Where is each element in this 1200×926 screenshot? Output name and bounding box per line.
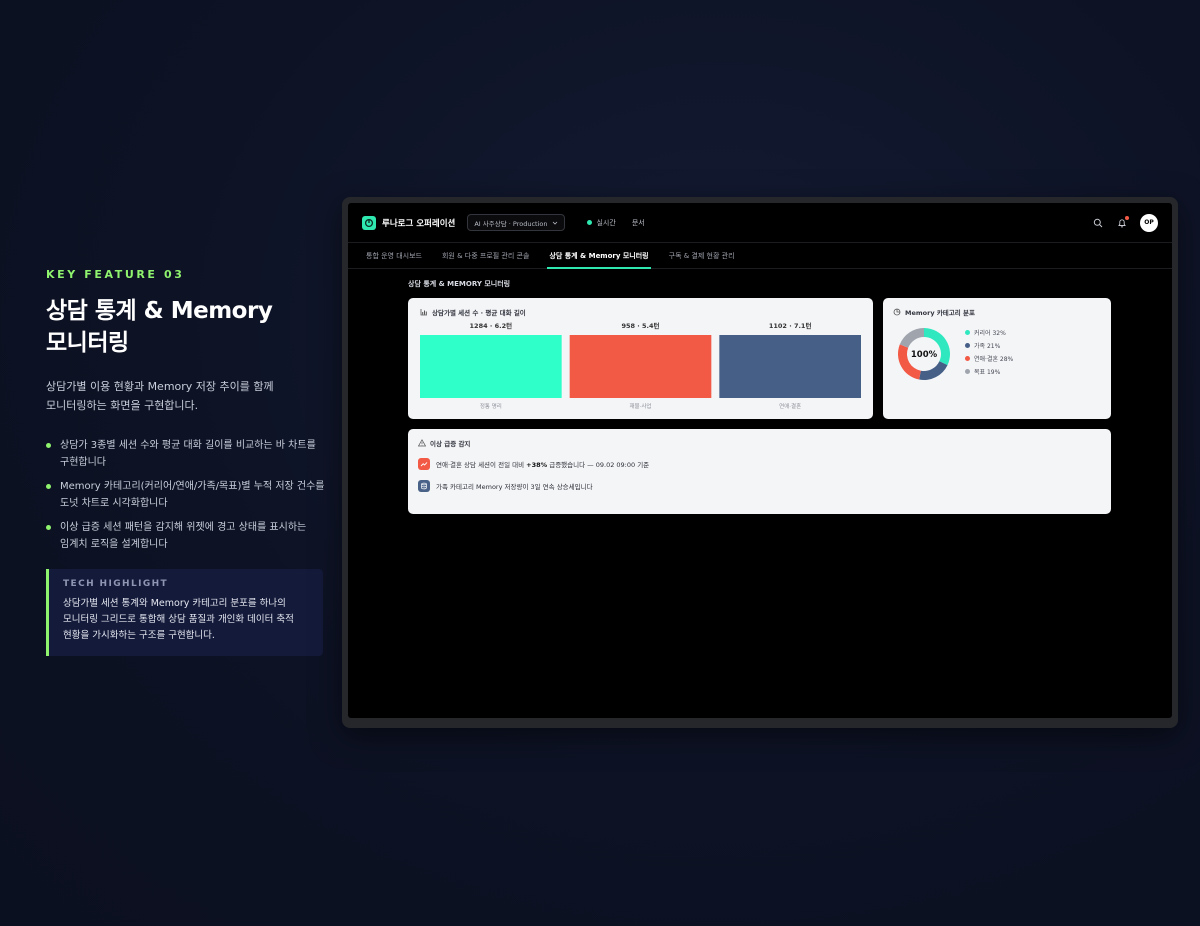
app-logo-icon[interactable] (362, 215, 376, 230)
chevron-down-icon (553, 221, 558, 225)
legend-label: 연애·결혼 28% (974, 356, 1014, 363)
app-screen: 루나로그 오퍼레이션 AI 사주상담 · Production 실시간 문서 O… (348, 203, 1172, 718)
pie-chart-icon (893, 308, 901, 316)
avatar[interactable]: OP (1140, 213, 1158, 232)
warning-icon (418, 439, 426, 447)
bar-value-label: 1102 · 7.1턴 (769, 322, 812, 330)
bar-category-label: 연애·결혼 (779, 402, 801, 410)
alert-card-header: 이상 급증 감지 (418, 438, 1101, 448)
donut-chart-card: Memory 카테고리 분포 100% 커리어 32% 가족 21% 연애·결혼 2… (883, 298, 1111, 419)
donut-center-label: 100% (911, 350, 938, 360)
feature-eyebrow: KEY FEATURE 03 (46, 268, 185, 281)
legend-swatch (965, 343, 970, 348)
feature-description: 상담가별 이용 현황과 Memory 저장 추이를 함께 모니터링하는 화면을 … (46, 380, 274, 412)
tab-consult-stats[interactable]: 상담 통계 & Memory 모니터링 (547, 243, 651, 269)
bar-card-header: 상담가별 세션 수 · 평균 대화 길이 (420, 307, 863, 317)
feature-bullets: 상담가 3종별 세션 수와 평균 대화 길이를 비교하는 바 차트를 구현합니다… (46, 437, 326, 553)
donut-legend: 커리어 32% 가족 21% 연애·결혼 28% 목표 19% (965, 328, 1013, 380)
tech-highlight: TECH HIGHLIGHT 상담가별 세션 통계와 Memory 카테고리 분… (46, 569, 323, 656)
feature-bullet: 상담가 3종별 세션 수와 평균 대화 길이를 비교하는 바 차트를 구현합니다 (46, 437, 326, 471)
feature-bullet: Memory 카테고리(커리어/연애/가족/목표)별 누적 저장 건수를 도넛 … (46, 478, 326, 512)
legend-swatch (965, 356, 970, 361)
app-topbar: 루나로그 오퍼레이션 AI 사주상담 · Production 실시간 문서 O… (348, 203, 1172, 243)
legend-swatch (965, 369, 970, 374)
alert-item[interactable]: 연애·결혼 상담 세션이 전일 대비 +38% 급증했습니다 — 09.02 0… (418, 458, 1101, 470)
donut-body: 100% 커리어 32% 가족 21% 연애·결혼 28% 목표 19% (893, 323, 1101, 385)
legend-item: 연애·결혼 28% (965, 354, 1013, 363)
search-icon[interactable] (1092, 217, 1104, 229)
bar-value-label: 1284 · 6.2턴 (470, 322, 513, 330)
feature-title: 상담 통계 & Memory 모니터링 (46, 298, 273, 356)
chart-row: 상담가별 세션 수 · 평균 대화 길이 1284 · 6.2턴정통 명리 958… (408, 298, 1111, 419)
notification-dot (1125, 215, 1129, 220)
docs-link[interactable]: 문서 (632, 218, 645, 228)
donut-slice[interactable] (899, 328, 924, 348)
donut-chart: 100% (898, 328, 950, 380)
topbar-actions: OP (1092, 213, 1158, 232)
anomaly-alert-card: 이상 급증 감지 연애·결혼 상담 세션이 전일 대비 +38% 급증했습니다 … (408, 429, 1111, 514)
tech-highlight-text: 상담가별 세션 통계와 Memory 카테고리 분포를 하나의 모니터링 그리드… (63, 598, 294, 641)
section-title: 상담 통계 & MEMORY 모니터링 (408, 280, 511, 288)
alert-item[interactable]: 가족 카테고리 Memory 저장량이 3일 연속 상승세입니다 (418, 480, 1101, 492)
tech-highlight-label: TECH HIGHLIGHT (63, 579, 169, 589)
legend-label: 가족 21% (974, 343, 1001, 350)
tab-members[interactable]: 회원 & 다중 프로필 관리 콘솔 (442, 243, 529, 268)
legend-label: 커리어 32% (974, 330, 1006, 337)
alert-text: 연애·결혼 상담 세션이 전일 대비 +38% 급증했습니다 — 09.02 0… (436, 461, 650, 469)
bar[interactable] (420, 335, 562, 398)
legend-item: 가족 21% (965, 341, 1013, 350)
bell-icon[interactable] (1116, 215, 1129, 229)
bar-chart-card: 상담가별 세션 수 · 평균 대화 길이 1284 · 6.2턴정통 명리 958… (408, 298, 873, 419)
nav-tabs: 통합 운영 대시보드 회원 & 다중 프로필 관리 콘솔 상담 통계 & Mem… (348, 243, 1172, 269)
tab-subscription[interactable]: 구독 & 결제 현황 관리 (669, 243, 735, 268)
environment-select-value: AI 사주상담 · Production (474, 219, 548, 228)
bar-category-label: 정통 명리 (480, 402, 502, 410)
legend-item: 커리어 32% (965, 328, 1013, 337)
database-icon (418, 480, 430, 492)
bar-chart-icon (420, 309, 427, 316)
legend-swatch (965, 330, 970, 335)
legend-label: 목표 19% (974, 369, 1001, 376)
bar[interactable] (719, 335, 861, 398)
bar[interactable] (569, 335, 712, 398)
live-status[interactable]: 실시간 (587, 218, 616, 228)
app-title[interactable]: 루나로그 오퍼레이션 (382, 217, 455, 229)
donut-card-title: Memory 카테고리 분포 (905, 309, 975, 317)
laptop-frame: 루나로그 오퍼레이션 AI 사주상담 · Production 실시간 문서 O… (342, 197, 1178, 728)
alert-text: 가족 카테고리 Memory 저장량이 3일 연속 상승세입니다 (436, 483, 593, 491)
bar-card-title: 상담가별 세션 수 · 평균 대화 길이 (432, 309, 526, 317)
alert-card-title: 이상 급증 감지 (430, 440, 471, 448)
legend-item: 목표 19% (965, 367, 1013, 376)
donut-slice[interactable] (919, 361, 948, 380)
feature-bullet: 이상 급증 세션 패턴을 감지해 위젯에 경고 상태를 표시하는 임계치 로직을… (46, 519, 326, 553)
bar-value-label: 958 · 5.4턴 (621, 322, 659, 330)
live-dot-icon (587, 220, 593, 225)
environment-select[interactable]: AI 사주상담 · Production (467, 214, 566, 231)
tab-dashboard[interactable]: 통합 운영 대시보드 (366, 243, 422, 268)
trend-up-icon (418, 458, 430, 470)
main-content: 상담 통계 & MEMORY 모니터링 상담가별 세션 수 · 평균 대화 길이… (408, 279, 1111, 514)
bar-chart: 1284 · 6.2턴정통 명리 958 · 5.4턴재물·사업 1102 · 7.… (420, 322, 861, 410)
bar-category-label: 재물·사업 (630, 402, 652, 410)
feature-info: KEY FEATURE 03 상담 통계 & Memory 모니터링 상담가별 … (46, 268, 326, 656)
donut-card-header: Memory 카테고리 분포 (893, 307, 1101, 317)
live-status-label: 실시간 (596, 218, 616, 227)
